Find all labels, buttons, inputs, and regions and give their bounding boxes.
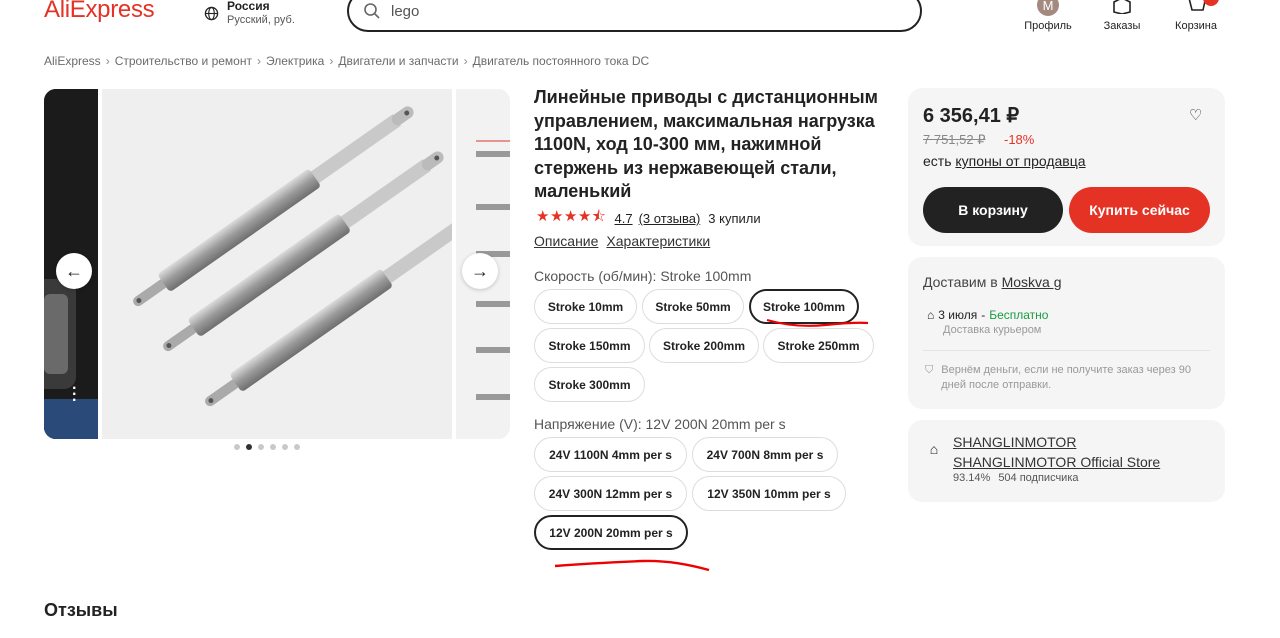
divider (923, 350, 1210, 351)
current-price: 6 356,41 ₽ (923, 105, 1020, 127)
store-official-link[interactable]: SHANGLINMOTOR Official Store (953, 454, 1160, 470)
coupon-info: есть купоны от продавца (923, 153, 1086, 169)
voltage-option-label: Напряжение (V): 12V 200N 20mm per s (534, 416, 786, 432)
store-name-link[interactable]: SHANGLINMOTOR (953, 434, 1076, 450)
breadcrumb-item-dc-motor[interactable]: Двигатель постоянного тока DC (473, 54, 650, 68)
reviews-section-title: Отзывы (44, 600, 118, 620)
more-options-icon[interactable]: · · · (72, 381, 77, 409)
orders-button[interactable]: Заказы (1104, 0, 1140, 32)
gallery-next-button[interactable]: → (462, 253, 498, 289)
rating-row: ★★★★⯪ 4.7 (3 отзыва) 3 купили (536, 206, 761, 231)
delivery-date-row: ⌂ 3 июля - Бесплатно (927, 308, 1048, 322)
store-stats: 93.14% 504 подписчика (953, 472, 1079, 484)
gallery-dot-active[interactable] (246, 444, 252, 450)
chevron-right-icon: › (463, 54, 468, 68)
discount-badge: -18% (1004, 132, 1035, 147)
reviews-link[interactable]: (3 отзыва) (639, 211, 701, 226)
voltage-option-12v-200n[interactable]: 12V 200N 20mm per s (534, 515, 688, 550)
speed-option-stroke-200[interactable]: Stroke 200mm (649, 328, 759, 363)
product-gallery: · · · ← → (44, 89, 510, 439)
speed-option-stroke-50[interactable]: Stroke 50mm (642, 289, 744, 324)
arrow-left-icon: ← (65, 260, 83, 281)
region-selector[interactable]: Россия Русский, руб. (204, 0, 295, 27)
product-title: Линейные приводы с дистанционным управле… (534, 87, 878, 201)
delivery-method: Доставка курьером (943, 324, 1042, 336)
breadcrumb-item-home[interactable]: AliExpress (44, 54, 101, 68)
red-underline-annotation (554, 559, 710, 572)
old-price: 7 751,52 ₽ (923, 132, 986, 147)
delivery-dash: - (981, 308, 986, 322)
voltage-option-24v-1100n[interactable]: 24V 1100N 4mm per s (534, 437, 687, 472)
red-underline-annotation (766, 318, 869, 327)
region-country: Россия (227, 0, 270, 13)
globe-icon (204, 6, 219, 21)
chevron-right-icon: › (329, 54, 334, 68)
speed-option-stroke-150[interactable]: Stroke 150mm (534, 328, 645, 363)
voltage-option-24v-700n[interactable]: 24V 700N 8mm per s (692, 437, 838, 472)
shield-icon: ⛉ (925, 364, 934, 376)
voltage-option-12v-350n[interactable]: 12V 350N 10mm per s (692, 476, 846, 511)
voltage-option-24v-300n[interactable]: 24V 300N 12mm per s (534, 476, 687, 511)
coupon-prefix: есть (923, 153, 952, 169)
breadcrumb-item-motors[interactable]: Двигатели и запчасти (338, 54, 458, 68)
gallery-dot[interactable] (294, 444, 300, 450)
chevron-right-icon: › (256, 54, 261, 68)
breadcrumb-item-electrical[interactable]: Электрика (266, 54, 324, 68)
delivery-prefix: Доставим в (923, 274, 998, 290)
refund-guarantee: ⛉ Вернём деньги, если не получите заказ … (925, 363, 1210, 393)
cart-label: Корзина (1175, 20, 1217, 32)
breadcrumb: AliExpress › Строительство и ремонт › Элек… (44, 54, 649, 68)
refund-text: Вернём деньги, если не получите заказ че… (941, 364, 1191, 391)
store-rating: 93.14% (953, 472, 991, 484)
gallery-dot[interactable] (270, 444, 276, 450)
profile-button[interactable]: M Профиль (1024, 0, 1072, 32)
tab-description[interactable]: Описание (534, 233, 598, 249)
heart-icon[interactable]: ♡ (1189, 106, 1202, 124)
gallery-dot[interactable] (234, 444, 240, 450)
speed-option-stroke-300[interactable]: Stroke 300mm (534, 367, 645, 402)
box-icon (1113, 0, 1131, 15)
gallery-dot[interactable] (282, 444, 288, 450)
speed-option-stroke-10[interactable]: Stroke 10mm (534, 289, 637, 324)
coupon-link[interactable]: купоны от продавца (955, 153, 1085, 169)
store-subscribers: 504 подписчика (998, 472, 1079, 484)
aliexpress-logo[interactable]: AliExpress (44, 0, 155, 24)
delivery-price: Бесплатно (989, 308, 1049, 322)
delivery-date: 3 июля (938, 308, 978, 322)
arrow-right-icon: → (471, 260, 489, 281)
chevron-right-icon: › (105, 54, 110, 68)
delivery-city-link[interactable]: Moskva g (1002, 274, 1062, 290)
search-bar[interactable] (347, 0, 922, 32)
region-language-currency: Русский, руб. (227, 14, 295, 26)
store-icon: ⌂ (929, 441, 939, 457)
gallery-dot[interactable] (258, 444, 264, 450)
orders-label: Заказы (1103, 20, 1141, 32)
search-icon (364, 3, 380, 19)
search-input[interactable] (391, 2, 871, 20)
avatar: M (1037, 0, 1059, 16)
bought-count: 3 купили (708, 211, 761, 226)
tab-specifications[interactable]: Характеристики (606, 233, 710, 249)
speed-option-label: Скорость (об/мин): Stroke 100mm (534, 268, 752, 284)
gallery-image-main[interactable] (102, 89, 486, 439)
rating-value[interactable]: 4.7 (615, 211, 633, 226)
cart-button[interactable]: Корзина (1175, 0, 1219, 32)
add-to-cart-button[interactable]: В корзину (923, 187, 1063, 233)
profile-label: Профиль (1024, 20, 1072, 32)
gallery-prev-button[interactable]: ← (56, 253, 92, 289)
star-rating-icon: ★★★★⯪ (536, 208, 607, 225)
breadcrumb-item-construction[interactable]: Строительство и ремонт (115, 54, 252, 68)
speed-option-stroke-250[interactable]: Stroke 250mm (763, 328, 874, 363)
buy-now-button[interactable]: Купить сейчас (1069, 187, 1210, 233)
delivery-destination: Доставим в Moskva g (923, 274, 1062, 290)
door-icon: ⌂ (927, 308, 935, 322)
gallery-pagination (234, 444, 300, 450)
product-tabs: Описание Характеристики (534, 233, 710, 249)
